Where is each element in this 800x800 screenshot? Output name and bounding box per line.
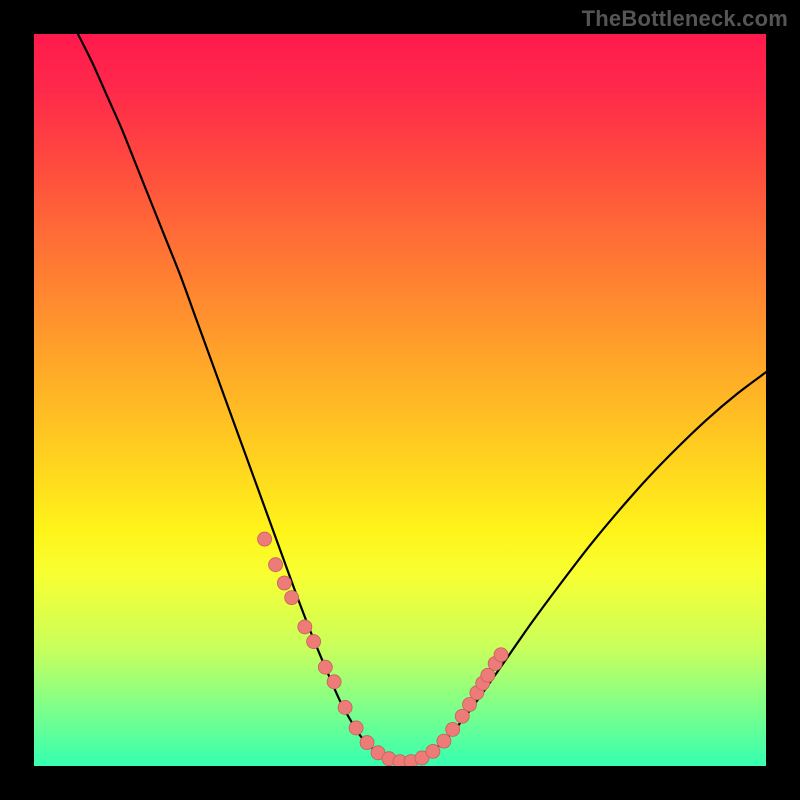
- sample-point: [307, 635, 321, 649]
- sample-point: [318, 660, 332, 674]
- sample-point: [277, 576, 291, 590]
- sample-point: [285, 591, 299, 605]
- sample-point: [327, 675, 341, 689]
- plot-svg: [34, 34, 766, 766]
- plot-area: [34, 34, 766, 766]
- sample-point: [426, 744, 440, 758]
- sample-point: [258, 532, 272, 546]
- sample-point: [349, 721, 363, 735]
- sample-point: [446, 722, 460, 736]
- sample-point: [360, 736, 374, 750]
- watermark-text: TheBottleneck.com: [582, 6, 788, 32]
- chart-frame: TheBottleneck.com: [0, 0, 800, 800]
- bottleneck-curve: [78, 34, 766, 763]
- sample-point: [494, 648, 508, 662]
- sample-point: [298, 620, 312, 634]
- sample-point: [437, 734, 451, 748]
- sample-point: [269, 558, 283, 572]
- sample-point: [338, 700, 352, 714]
